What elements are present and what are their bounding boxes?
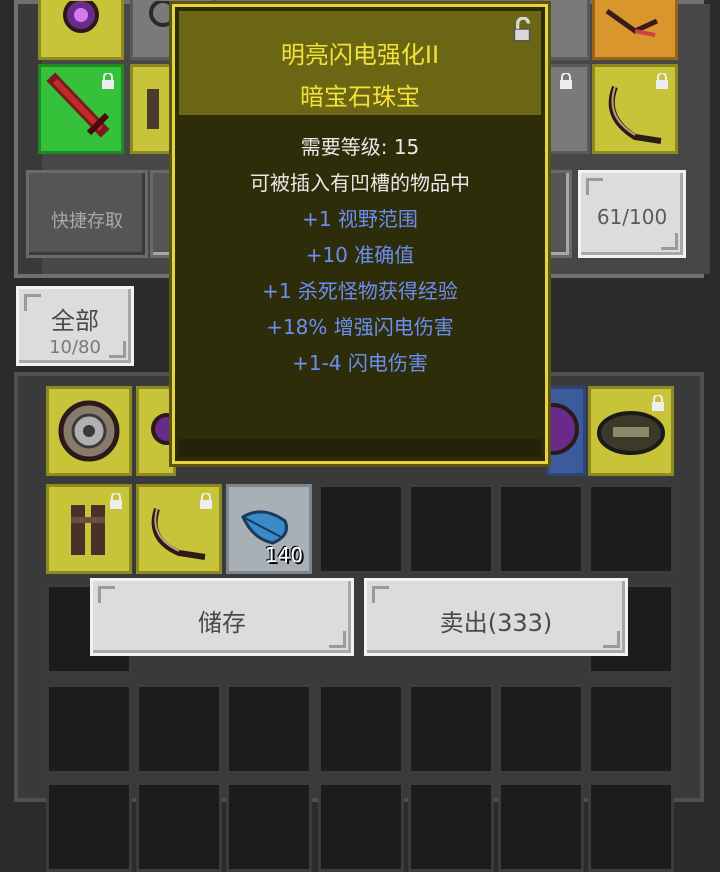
inventory-slot-empty[interactable] <box>46 782 132 872</box>
tooltip-requirement-socket: 可被插入有凹槽的物品中 <box>250 171 470 195</box>
tooltip-stat-line: +1 视野范围 <box>302 207 418 231</box>
equipment-slot-bow[interactable] <box>592 64 678 154</box>
quick-store-label: 快捷存取 <box>51 211 123 232</box>
shield-icon <box>58 400 120 462</box>
inventory-slot-empty[interactable] <box>226 782 312 872</box>
quick-slot-partial-right[interactable] <box>546 170 572 258</box>
inventory-slot-empty[interactable] <box>318 484 404 574</box>
inventory-slot-empty[interactable] <box>408 684 494 774</box>
inventory-slot-empty[interactable] <box>318 782 404 872</box>
tooltip-stat-line: +1 杀死怪物获得经验 <box>262 279 458 303</box>
tooltip-requirement-level: 需要等级: 15 <box>300 135 420 159</box>
inventory-slot-empty[interactable] <box>498 484 584 574</box>
inventory-slot-boots[interactable] <box>46 484 132 574</box>
bow-icon <box>151 508 206 560</box>
lock-icon <box>560 73 572 89</box>
inventory-slot-empty[interactable] <box>498 782 584 872</box>
stack-count: 140 <box>264 543 303 567</box>
inventory-slot-empty[interactable] <box>46 684 132 774</box>
inventory-slot-feather[interactable]: 140 <box>226 484 312 574</box>
inventory-slot-empty[interactable] <box>498 684 584 774</box>
capacity-display: 61/100 <box>578 170 686 258</box>
equipment-slot-weapon-top[interactable] <box>592 0 678 60</box>
jewel-icon <box>549 403 579 455</box>
equipment-slot-amulet[interactable] <box>38 0 124 60</box>
inventory-slot-empty[interactable] <box>136 782 222 872</box>
item-tooltip: 明亮闪电强化II 暗宝石珠宝 需要等级: 15 可被插入有凹槽的物品中 +1 视… <box>172 4 548 464</box>
bow-icon <box>608 85 662 144</box>
equipment-slot-sword[interactable] <box>38 64 124 154</box>
sell-button[interactable]: 卖出(333) <box>364 578 628 656</box>
tooltip-title: 明亮闪电强化II <box>280 41 440 69</box>
tooltip-footer <box>179 439 541 457</box>
inventory-slot-empty[interactable] <box>588 684 674 774</box>
inventory-slot-empty[interactable] <box>588 782 674 872</box>
inventory-slot-gem[interactable] <box>136 386 179 476</box>
inventory-slot-shield[interactable] <box>46 386 132 476</box>
boots-icon <box>147 89 159 129</box>
equipment-slot-armor[interactable] <box>130 64 174 154</box>
corner-decoration <box>98 586 115 603</box>
filter-all-label: 全部 <box>51 307 99 335</box>
corner-decoration <box>372 586 389 603</box>
filter-all-count: 10/80 <box>49 337 101 358</box>
inventory-slot-bow[interactable] <box>136 484 222 574</box>
store-button-label: 储存 <box>198 609 246 637</box>
boots-icon <box>71 505 105 555</box>
inventory-slot-empty[interactable] <box>408 782 494 872</box>
corner-decoration <box>661 233 678 250</box>
inventory-slot-jewel[interactable] <box>546 386 586 476</box>
capacity-value: 61/100 <box>596 205 668 229</box>
inventory-slot-empty[interactable] <box>588 484 674 574</box>
sword-icon <box>46 72 110 138</box>
filter-all-tab[interactable]: 全部 10/80 <box>16 286 134 366</box>
belt-icon <box>597 411 665 455</box>
sell-button-label: 卖出(333) <box>439 609 553 637</box>
inventory-slot-empty[interactable] <box>318 684 404 774</box>
quick-store-button[interactable]: 快捷存取 <box>26 170 148 258</box>
store-button[interactable]: 储存 <box>90 578 354 656</box>
inventory-slot-empty[interactable] <box>226 684 312 774</box>
tooltip-subtitle: 暗宝石珠宝 <box>300 83 420 111</box>
equipment-slot-ring[interactable] <box>546 64 590 154</box>
inventory-slot-empty[interactable] <box>408 484 494 574</box>
tooltip-stat-line: +10 准确值 <box>305 243 415 267</box>
inventory-slot-empty[interactable] <box>136 684 222 774</box>
inventory-slot-belt[interactable] <box>588 386 674 476</box>
corner-decoration <box>586 178 603 195</box>
tooltip-stat-line: +1-4 闪电伤害 <box>292 351 428 375</box>
tooltip-stat-line: +18% 增强闪电伤害 <box>266 315 454 339</box>
